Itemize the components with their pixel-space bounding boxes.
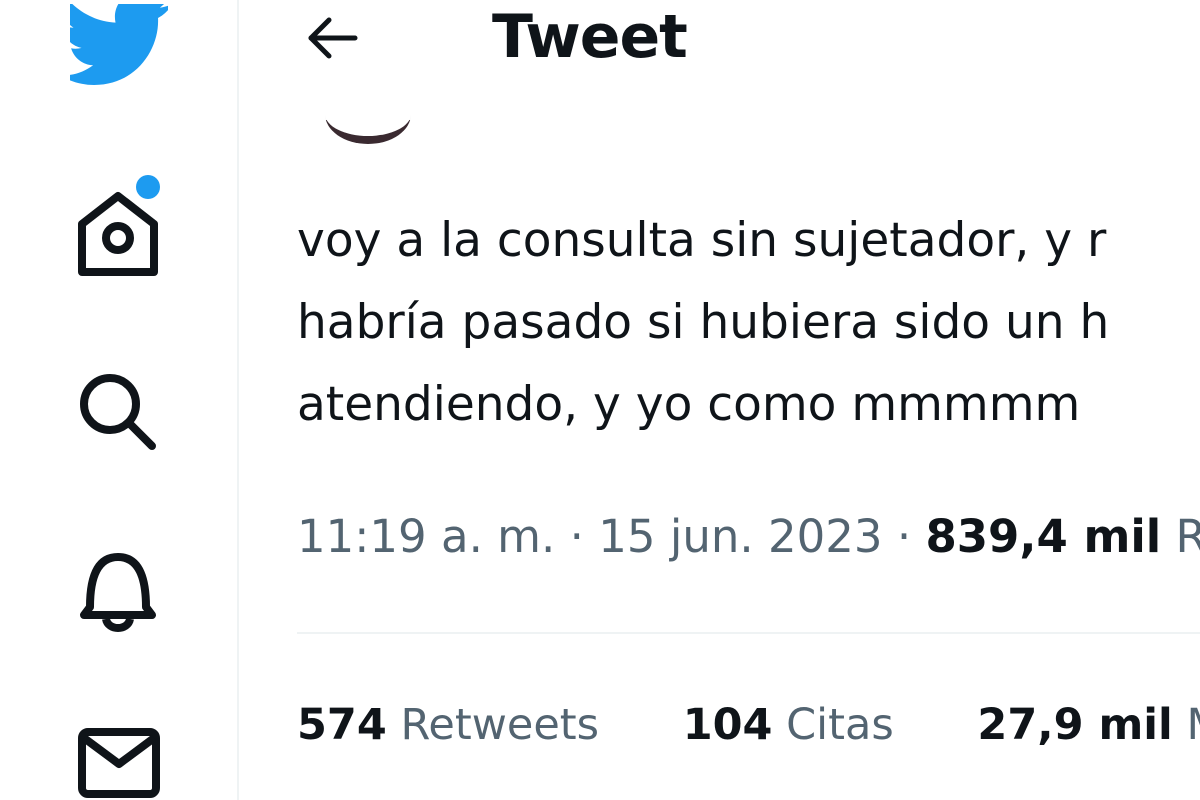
views-count: 839,4 mil — [925, 510, 1162, 563]
likes-label: Me — [1186, 700, 1200, 750]
meta-separator: · — [569, 510, 584, 563]
retweets-label: Retweets — [400, 700, 600, 750]
tweet-time[interactable]: 11:19 a. m. — [297, 510, 555, 563]
arrow-left-icon[interactable] — [303, 16, 361, 60]
tweet-metadata: 11:19 a. m. · 15 jun. 2023 · 839,4 mil R… — [297, 510, 1200, 563]
retweets-count: 574 — [297, 700, 387, 750]
retweets-stat[interactable]: 574 Retweets — [297, 700, 599, 750]
views-label: Re — [1175, 510, 1200, 563]
bell-icon[interactable] — [78, 545, 158, 633]
likes-stat[interactable]: 27,9 mil Me — [977, 700, 1200, 750]
quotes-label: Citas — [786, 700, 894, 750]
mail-icon[interactable] — [76, 724, 162, 800]
tweet-text: voy a la consulta sin sujetador, y r hab… — [297, 200, 1200, 446]
notification-dot — [136, 175, 160, 199]
main-column: Tweet voy a la consulta sin sujetador, y… — [239, 0, 1200, 800]
quotes-stat[interactable]: 104 Citas — [683, 700, 894, 750]
likes-count: 27,9 mil — [977, 700, 1173, 750]
page-title: Tweet — [492, 2, 688, 72]
divider — [297, 632, 1200, 634]
quotes-count: 104 — [682, 700, 773, 750]
tweet-date[interactable]: 15 jun. 2023 — [598, 510, 882, 563]
tweet-text-line: voy a la consulta sin sujetador, y r — [297, 213, 1107, 268]
tweet-text-line: habría pasado si hubiera sido un h — [297, 295, 1110, 350]
meta-separator: · — [896, 510, 912, 563]
search-icon[interactable] — [76, 370, 160, 454]
tweet-stats: 574 Retweets 104 Citas 27,9 mil Me — [297, 700, 1200, 750]
sidebar — [0, 0, 239, 800]
tweet-text-line: atendiendo, y yo como mmmmm — [297, 377, 1081, 432]
tweet-header: Tweet — [239, 0, 1200, 120]
twitter-logo-icon[interactable] — [70, 4, 168, 86]
